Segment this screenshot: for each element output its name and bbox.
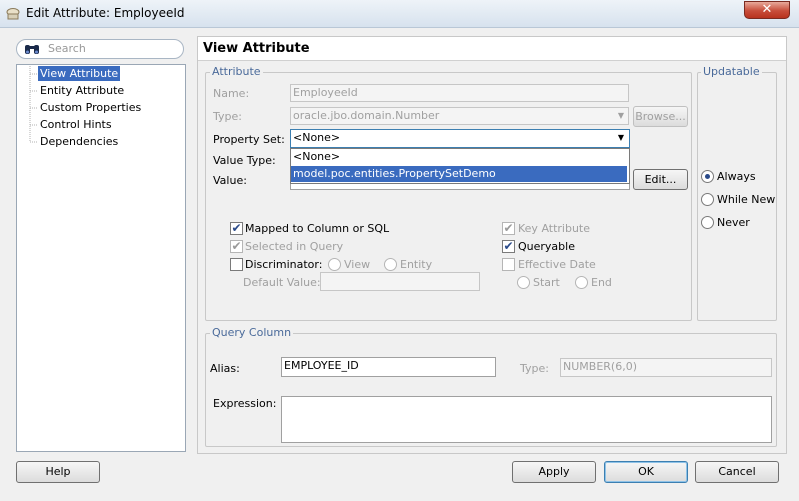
while-new-radio[interactable]: [701, 193, 714, 206]
ok-button[interactable]: OK: [604, 461, 688, 483]
close-button[interactable]: ✕: [744, 1, 790, 19]
query-column-group-title: Query Column: [210, 326, 294, 339]
name-field: EmployeeId: [290, 84, 629, 102]
dropdown-option-none[interactable]: <None>: [291, 149, 627, 165]
discriminator-label: Discriminator:: [245, 258, 323, 271]
check-icon: ✔: [503, 221, 514, 235]
qc-type-field: NUMBER(6,0): [560, 358, 772, 377]
key-attribute-checkbox: ✔: [502, 222, 515, 235]
value-type-label: Value Type:: [213, 154, 276, 167]
always-radio[interactable]: [701, 170, 714, 183]
effective-date-checkbox: [502, 258, 515, 271]
check-icon: ✔: [503, 239, 514, 253]
check-icon: ✔: [231, 221, 242, 235]
window-title: Edit Attribute: EmployeeId: [26, 6, 185, 20]
key-attribute-label: Key Attribute: [518, 222, 591, 235]
always-label: Always: [717, 170, 756, 183]
expression-textarea[interactable]: [281, 396, 772, 443]
radio-selected-icon: [705, 174, 710, 179]
qc-type-label: Type:: [520, 362, 549, 375]
type-label: Type:: [213, 110, 242, 123]
view-radio-label: View: [344, 258, 371, 271]
binoculars-icon: [25, 45, 39, 54]
end-radio: [575, 276, 588, 289]
property-set-chevron-down-icon[interactable]: ▼: [615, 130, 627, 147]
browse-button: Browse...: [633, 106, 688, 127]
entity-radio: [384, 258, 397, 271]
type-select: oracle.jbo.domain.Number: [290, 107, 629, 125]
never-label: Never: [717, 216, 750, 229]
alias-label: Alias:: [210, 362, 240, 375]
queryable-checkbox[interactable]: ✔: [502, 240, 515, 253]
app-icon: [6, 8, 20, 20]
value-label: Value:: [213, 174, 247, 187]
panel-title: View Attribute: [203, 41, 310, 56]
tree-item-entity-attribute[interactable]: Entity Attribute: [38, 83, 126, 98]
default-value-field: [320, 272, 480, 291]
check-icon: ✔: [231, 239, 242, 253]
tree-item-control-hints[interactable]: Control Hints: [38, 117, 114, 132]
property-set-select[interactable]: <None>: [290, 129, 630, 148]
tree-item-dependencies[interactable]: Dependencies: [38, 134, 120, 149]
expression-label: Expression:: [213, 397, 277, 410]
cancel-button[interactable]: Cancel: [695, 461, 779, 483]
type-chevron-down-icon: ▼: [617, 111, 625, 120]
dropdown-option-propertysetdemo[interactable]: model.poc.entities.PropertySetDemo: [291, 166, 627, 182]
start-radio: [517, 276, 530, 289]
attribute-group-title: Attribute: [210, 65, 263, 78]
never-radio[interactable]: [701, 216, 714, 229]
mapped-label: Mapped to Column or SQL: [245, 222, 390, 235]
entity-radio-label: Entity: [400, 258, 433, 271]
view-radio: [328, 258, 341, 271]
name-label: Name:: [213, 87, 250, 100]
queryable-label: Queryable: [518, 240, 575, 253]
search-placeholder: Search: [48, 42, 86, 55]
discriminator-checkbox[interactable]: [230, 258, 243, 271]
property-set-label: Property Set:: [213, 133, 285, 146]
while-new-label: While New: [717, 193, 776, 206]
mapped-checkbox[interactable]: ✔: [230, 222, 243, 235]
start-radio-label: Start: [533, 276, 560, 289]
effective-date-label: Effective Date: [518, 258, 596, 271]
search-input[interactable]: [16, 39, 184, 59]
updatable-group-title: Updatable: [701, 65, 762, 78]
tree-item-view-attribute[interactable]: View Attribute: [38, 66, 121, 81]
help-button[interactable]: Help: [16, 461, 100, 483]
selected-in-query-checkbox: ✔: [230, 240, 243, 253]
tree-item-custom-properties[interactable]: Custom Properties: [38, 100, 143, 115]
selected-in-query-label: Selected in Query: [245, 240, 344, 253]
end-radio-label: End: [591, 276, 612, 289]
edit-button[interactable]: Edit...: [633, 169, 688, 190]
default-value-label: Default Value:: [243, 276, 321, 289]
alias-field[interactable]: EMPLOYEE_ID: [281, 357, 496, 377]
apply-button[interactable]: Apply: [512, 461, 596, 483]
